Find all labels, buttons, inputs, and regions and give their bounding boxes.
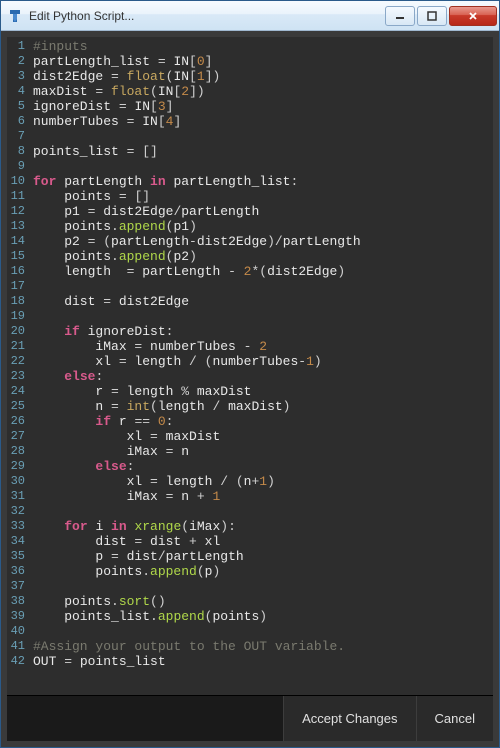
window-controls <box>385 6 497 26</box>
code-line[interactable]: points = [] <box>33 189 489 204</box>
code-line[interactable]: points_list.append(points) <box>33 609 489 624</box>
code-line[interactable] <box>33 279 489 294</box>
line-number: 39 <box>9 609 25 624</box>
code-line[interactable] <box>33 309 489 324</box>
code-content[interactable]: #inputspartLength_list = IN[0]dist2Edge … <box>29 37 493 695</box>
code-line[interactable] <box>33 624 489 639</box>
code-line[interactable]: dist = dist + xl <box>33 534 489 549</box>
code-line[interactable]: else: <box>33 459 489 474</box>
line-number: 10 <box>9 174 25 189</box>
titlebar[interactable]: Edit Python Script... <box>1 1 499 31</box>
line-number: 38 <box>9 594 25 609</box>
line-number: 32 <box>9 504 25 519</box>
line-number: 6 <box>9 114 25 129</box>
code-line[interactable]: numberTubes = IN[4] <box>33 114 489 129</box>
code-line[interactable]: OUT = points_list <box>33 654 489 669</box>
minimize-button[interactable] <box>385 6 415 26</box>
code-line[interactable]: n = int(length / maxDist) <box>33 399 489 414</box>
line-number: 9 <box>9 159 25 174</box>
code-line[interactable]: xl = length / (numberTubes-1) <box>33 354 489 369</box>
code-line[interactable]: #inputs <box>33 39 489 54</box>
code-line[interactable]: dist = dist2Edge <box>33 294 489 309</box>
code-line[interactable]: points.append(p1) <box>33 219 489 234</box>
code-line[interactable]: p2 = (partLength-dist2Edge)/partLength <box>33 234 489 249</box>
code-line[interactable]: iMax = numberTubes - 2 <box>33 339 489 354</box>
line-number: 14 <box>9 234 25 249</box>
code-line[interactable] <box>33 504 489 519</box>
code-line[interactable]: for i in xrange(iMax): <box>33 519 489 534</box>
line-number: 22 <box>9 354 25 369</box>
line-number: 33 <box>9 519 25 534</box>
code-line[interactable]: if ignoreDist: <box>33 324 489 339</box>
code-line[interactable]: iMax = n + 1 <box>33 489 489 504</box>
code-line[interactable] <box>33 579 489 594</box>
code-line[interactable]: points.append(p) <box>33 564 489 579</box>
line-number: 16 <box>9 264 25 279</box>
line-number: 17 <box>9 279 25 294</box>
code-line[interactable] <box>33 129 489 144</box>
line-number: 23 <box>9 369 25 384</box>
code-line[interactable]: else: <box>33 369 489 384</box>
code-line[interactable]: ignoreDist = IN[3] <box>33 99 489 114</box>
line-number: 30 <box>9 474 25 489</box>
line-number: 27 <box>9 429 25 444</box>
maximize-button[interactable] <box>417 6 447 26</box>
line-number: 36 <box>9 564 25 579</box>
line-number: 13 <box>9 219 25 234</box>
line-number: 28 <box>9 444 25 459</box>
line-number: 8 <box>9 144 25 159</box>
footer-bar: Accept Changes Cancel <box>7 695 493 741</box>
line-number: 20 <box>9 324 25 339</box>
code-line[interactable]: if r == 0: <box>33 414 489 429</box>
code-line[interactable]: iMax = n <box>33 444 489 459</box>
editor-area: 1234567891011121314151617181920212223242… <box>1 31 499 747</box>
code-line[interactable]: maxDist = float(IN[2]) <box>33 84 489 99</box>
line-number: 26 <box>9 414 25 429</box>
code-line[interactable]: p1 = dist2Edge/partLength <box>33 204 489 219</box>
code-line[interactable]: p = dist/partLength <box>33 549 489 564</box>
line-number: 12 <box>9 204 25 219</box>
code-line[interactable]: points_list = [] <box>33 144 489 159</box>
window-title: Edit Python Script... <box>29 9 385 23</box>
line-gutter: 1234567891011121314151617181920212223242… <box>7 37 29 695</box>
line-number: 21 <box>9 339 25 354</box>
code-editor[interactable]: 1234567891011121314151617181920212223242… <box>7 37 493 695</box>
code-line[interactable]: for partLength in partLength_list: <box>33 174 489 189</box>
line-number: 35 <box>9 549 25 564</box>
line-number: 37 <box>9 579 25 594</box>
close-button[interactable] <box>449 6 497 26</box>
line-number: 24 <box>9 384 25 399</box>
code-line[interactable]: partLength_list = IN[0] <box>33 54 489 69</box>
line-number: 5 <box>9 99 25 114</box>
line-number: 42 <box>9 654 25 669</box>
code-line[interactable] <box>33 159 489 174</box>
line-number: 18 <box>9 294 25 309</box>
line-number: 7 <box>9 129 25 144</box>
code-line[interactable]: xl = maxDist <box>33 429 489 444</box>
line-number: 29 <box>9 459 25 474</box>
code-line[interactable]: dist2Edge = float(IN[1]) <box>33 69 489 84</box>
code-line[interactable]: #Assign your output to the OUT variable. <box>33 639 489 654</box>
line-number: 4 <box>9 84 25 99</box>
code-line[interactable]: length = partLength - 2*(dist2Edge) <box>33 264 489 279</box>
code-line[interactable]: xl = length / (n+1) <box>33 474 489 489</box>
line-number: 40 <box>9 624 25 639</box>
code-line[interactable]: r = length % maxDist <box>33 384 489 399</box>
app-icon <box>7 8 23 24</box>
line-number: 15 <box>9 249 25 264</box>
cancel-button[interactable]: Cancel <box>416 696 493 741</box>
line-number: 3 <box>9 69 25 84</box>
line-number: 25 <box>9 399 25 414</box>
accept-button[interactable]: Accept Changes <box>283 696 415 741</box>
line-number: 1 <box>9 39 25 54</box>
line-number: 31 <box>9 489 25 504</box>
line-number: 2 <box>9 54 25 69</box>
line-number: 11 <box>9 189 25 204</box>
line-number: 34 <box>9 534 25 549</box>
line-number: 41 <box>9 639 25 654</box>
code-line[interactable]: points.sort() <box>33 594 489 609</box>
line-number: 19 <box>9 309 25 324</box>
editor-window: Edit Python Script... 123456789101112131… <box>0 0 500 748</box>
code-line[interactable]: points.append(p2) <box>33 249 489 264</box>
